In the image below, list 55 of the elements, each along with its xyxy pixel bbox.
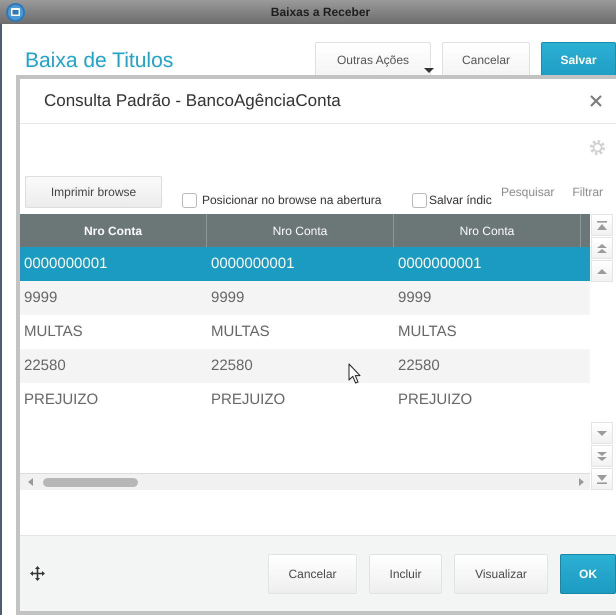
close-button[interactable] xyxy=(590,95,602,107)
caret-icon xyxy=(424,68,434,73)
table-row[interactable]: 9999 9999 9999 xyxy=(20,281,590,315)
table-cell-text: 9999 xyxy=(211,288,244,308)
toolbar-link[interactable]: Pesquisar xyxy=(501,183,554,201)
bar-down-arrow-icon xyxy=(597,474,607,484)
down-arrow-icon xyxy=(597,428,607,438)
double-up-arrow-icon xyxy=(597,244,607,252)
checkbox[interactable] xyxy=(182,192,197,208)
mouse-pointer-icon xyxy=(348,363,361,384)
dialog-title: Consulta Padrão - BancoAgênciaConta xyxy=(44,90,341,112)
scroll-page-up-button[interactable] xyxy=(591,237,613,259)
table-cell-text: MULTAS xyxy=(398,322,457,342)
scroll-right-arrow[interactable] xyxy=(579,478,584,486)
scrollbar-thumb[interactable] xyxy=(43,478,138,486)
move-icon[interactable] xyxy=(30,566,45,581)
print-browse-button[interactable]: Imprimir browse xyxy=(25,176,162,208)
double-down-arrow-icon xyxy=(597,452,607,460)
checkbox[interactable] xyxy=(412,192,427,208)
table-cell-text: PREJUIZO xyxy=(398,390,472,410)
table-cell-text: 0000000001 xyxy=(24,254,108,274)
table-cell-text: 22580 xyxy=(398,356,440,376)
table-cell-text: 22580 xyxy=(211,356,253,376)
toolbar-link[interactable]: Filtrar xyxy=(572,183,604,201)
table-cell-text: MULTAS xyxy=(211,322,270,342)
dialog-button[interactable]: Incluir xyxy=(369,554,442,594)
table-cell-text: 0000000001 xyxy=(211,254,294,274)
table-cell-text: PREJUIZO xyxy=(211,390,286,410)
table-cell-text: MULTAS xyxy=(24,322,83,342)
ok-button[interactable]: OK xyxy=(560,554,616,594)
table-cell-text: 22580 xyxy=(24,356,66,376)
table-cell-text: 9999 xyxy=(24,288,58,308)
horizontal-scrollbar[interactable] xyxy=(20,473,590,490)
bar-up-arrow-icon xyxy=(597,220,607,230)
up-arrow-icon xyxy=(597,266,607,276)
checkbox-label: Posicionar no browse na abertura xyxy=(202,192,382,209)
scroll-left-arrow[interactable] xyxy=(28,478,33,486)
scroll-bottom-button[interactable] xyxy=(591,468,613,490)
table-row[interactable]: 0000000001 0000000001 0000000001 xyxy=(20,247,590,281)
table-cell-text: 0000000001 xyxy=(398,254,482,274)
scroll-page-down-button[interactable] xyxy=(591,445,613,467)
dialog-button[interactable]: Cancelar xyxy=(268,554,357,594)
table-row[interactable]: 22580 22580 22580 xyxy=(20,349,590,383)
scroll-up-button[interactable] xyxy=(591,260,613,282)
table-cell-text: PREJUIZO xyxy=(24,390,98,410)
window-title: Baixas a Receber xyxy=(270,4,372,21)
checkbox-label: Salvar índic xyxy=(429,192,493,209)
dialog-button[interactable]: Visualizar xyxy=(454,554,548,594)
app-icon xyxy=(6,2,25,22)
settings-icon[interactable] xyxy=(590,140,605,155)
scroll-down-button[interactable] xyxy=(591,422,613,444)
scroll-top-button[interactable] xyxy=(591,214,613,236)
table-cell-text: 9999 xyxy=(398,288,432,308)
close-icon xyxy=(590,95,602,107)
page-title: Baixa de Titulos xyxy=(25,48,174,74)
